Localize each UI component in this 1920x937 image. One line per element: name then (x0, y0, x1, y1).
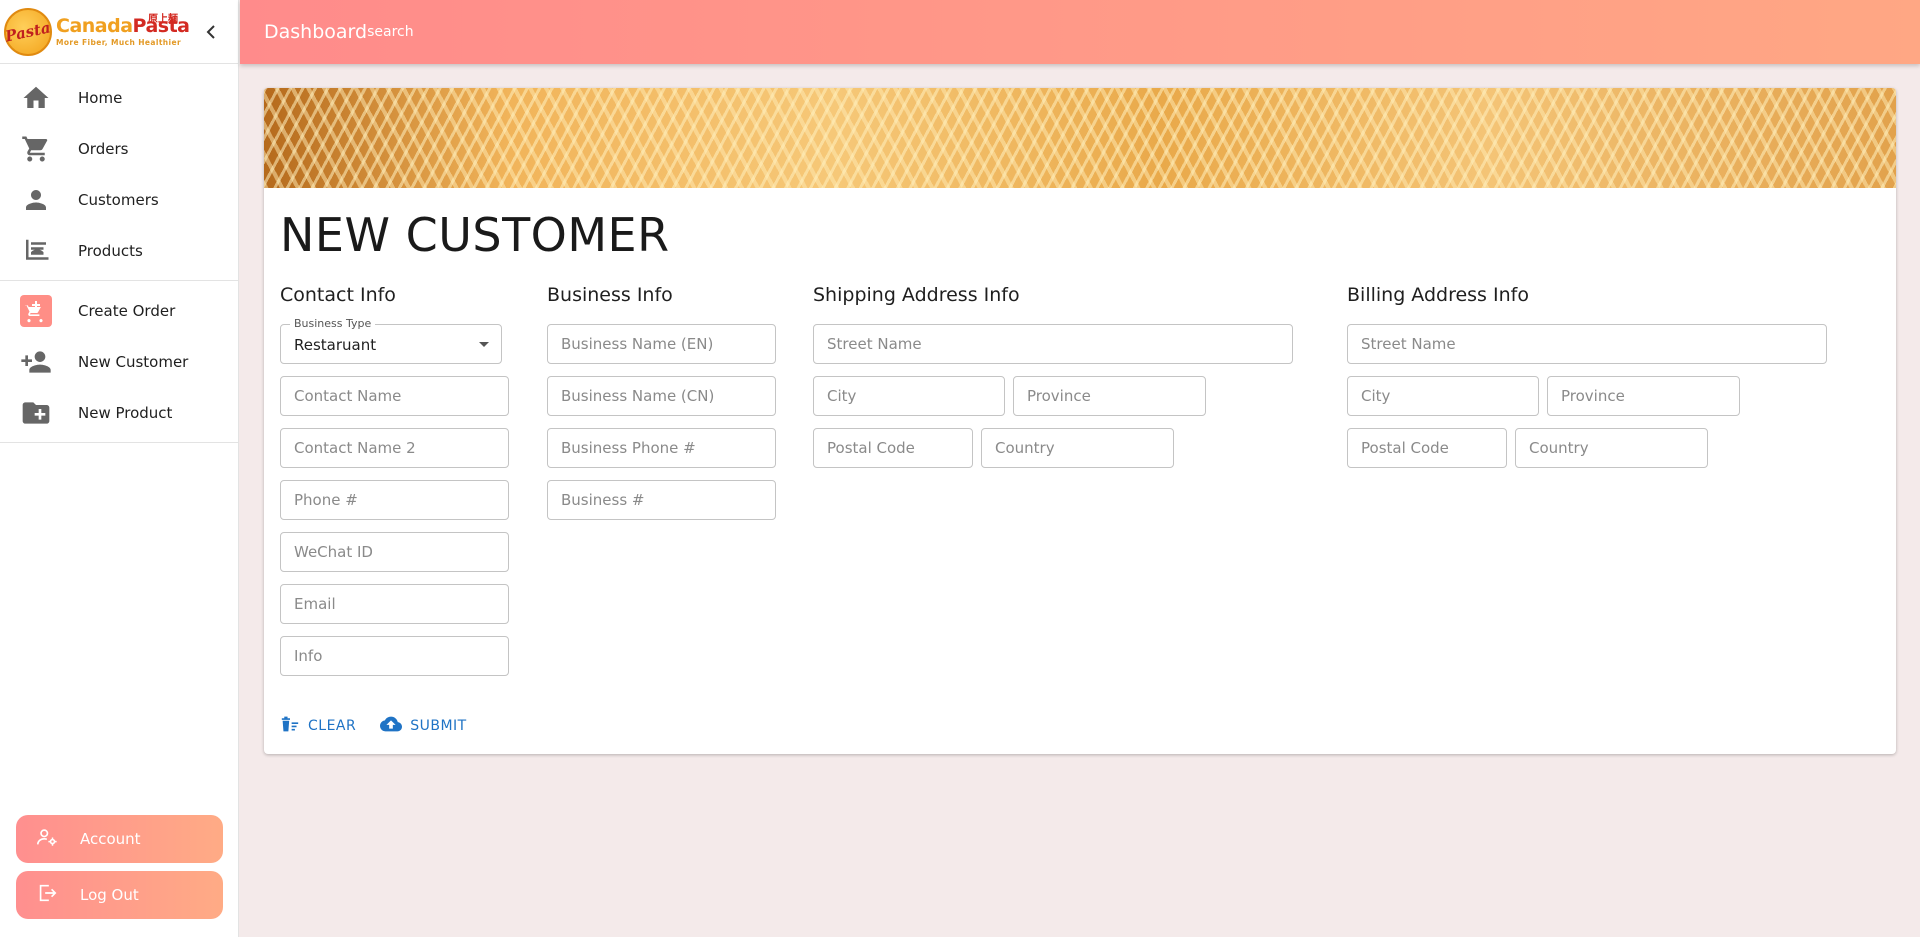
folder-add-icon (20, 397, 52, 429)
add-cart-icon (20, 294, 52, 327)
person-add-icon (20, 346, 52, 378)
contact-name-2-input[interactable] (280, 428, 509, 468)
cloud-upload-icon (380, 715, 403, 737)
clear-all-icon (280, 715, 300, 737)
new-customer-card: NEW CUSTOMER Contact Info Business Type … (264, 88, 1896, 754)
cart-icon (20, 133, 52, 165)
billing-postal-input[interactable] (1347, 428, 1507, 468)
shipping-city-input[interactable] (813, 376, 1005, 416)
products-icon (20, 235, 52, 267)
logo-badge: Pasta (3, 7, 53, 56)
billing-country-input[interactable] (1515, 428, 1708, 468)
account-settings-icon (36, 826, 58, 852)
phone-input[interactable] (280, 480, 509, 520)
brand-tagline: More Fiber, Much Healthier (56, 38, 182, 47)
sidebar-item-new-product[interactable]: New Product (0, 387, 238, 438)
shipping-street-input[interactable] (813, 324, 1293, 364)
sidebar-item-label: New Customer (78, 352, 189, 371)
sidebar-item-label: New Product (78, 403, 173, 422)
shipping-postal-input[interactable] (813, 428, 973, 468)
logout-label: Log Out (80, 886, 139, 904)
secondary-nav: Create Order New Customer New Product (0, 281, 238, 443)
account-button[interactable]: Account (16, 815, 223, 863)
logo[interactable]: Pasta CanadaPasta More Fiber, Much Healt… (0, 0, 238, 64)
billing-address-title: Billing Address Info (1347, 284, 1529, 306)
form-actions: CLEAR SUBMIT (280, 715, 491, 737)
shipping-country-input[interactable] (981, 428, 1174, 468)
breadcrumb[interactable]: Dashboard (264, 21, 367, 43)
business-phone-input[interactable] (547, 428, 776, 468)
sidebar-item-home[interactable]: Home (0, 72, 238, 123)
primary-nav: Home Orders Customers Products (0, 64, 238, 281)
sidebar-item-label: Create Order (78, 301, 176, 320)
sidebar-item-products[interactable]: Products (0, 225, 238, 276)
shipping-address-title: Shipping Address Info (813, 284, 1020, 306)
brand-name-cn: 原上麺 (148, 14, 178, 25)
account-label: Account (80, 830, 141, 848)
billing-street-input[interactable] (1347, 324, 1827, 364)
contact-info-title: Contact Info (280, 284, 396, 306)
search-link[interactable]: search (367, 24, 414, 40)
dropdown-arrow-icon (479, 342, 489, 347)
top-bar: Dashboard search (240, 0, 1920, 64)
business-type-select[interactable]: Business Type Restaruant (280, 317, 502, 364)
chevron-left-icon (206, 25, 215, 39)
info-input[interactable] (280, 636, 509, 676)
billing-city-input[interactable] (1347, 376, 1539, 416)
billing-province-input[interactable] (1547, 376, 1740, 416)
sidebar-item-create-order[interactable]: Create Order (0, 285, 238, 336)
logout-icon (36, 882, 58, 908)
sidebar-item-label: Customers (78, 190, 159, 209)
submit-label: SUBMIT (410, 718, 467, 734)
clear-label: CLEAR (308, 718, 357, 734)
shipping-province-input[interactable] (1013, 376, 1206, 416)
clear-button[interactable]: CLEAR (280, 715, 356, 737)
pasta-banner-image (264, 88, 1896, 188)
person-icon (20, 184, 52, 216)
sidebar-item-new-customer[interactable]: New Customer (0, 336, 238, 387)
submit-button[interactable]: SUBMIT (380, 715, 467, 737)
business-name-en-input[interactable] (547, 324, 776, 364)
business-type-value: Restaruant (294, 336, 377, 354)
sidebar: Pasta CanadaPasta More Fiber, Much Healt… (0, 0, 239, 937)
sidebar-item-label: Products (78, 241, 143, 260)
sidebar-item-label: Home (78, 88, 123, 107)
logo-badge-text: Pasta (3, 17, 53, 46)
business-name-cn-input[interactable] (547, 376, 776, 416)
email-input[interactable] (280, 584, 509, 624)
business-info-title: Business Info (547, 284, 673, 306)
sidebar-item-label: Orders (78, 139, 129, 158)
home-icon (20, 82, 52, 114)
business-type-label: Business Type (290, 317, 376, 330)
collapse-sidebar-button[interactable] (203, 20, 219, 44)
wechat-input[interactable] (280, 532, 509, 572)
page-title: NEW CUSTOMER (280, 208, 670, 262)
sidebar-item-orders[interactable]: Orders (0, 123, 238, 174)
brand-name-part1: Canada (56, 15, 133, 37)
logout-button[interactable]: Log Out (16, 871, 223, 919)
business-number-input[interactable] (547, 480, 776, 520)
contact-name-input[interactable] (280, 376, 509, 416)
sidebar-item-customers[interactable]: Customers (0, 174, 238, 225)
